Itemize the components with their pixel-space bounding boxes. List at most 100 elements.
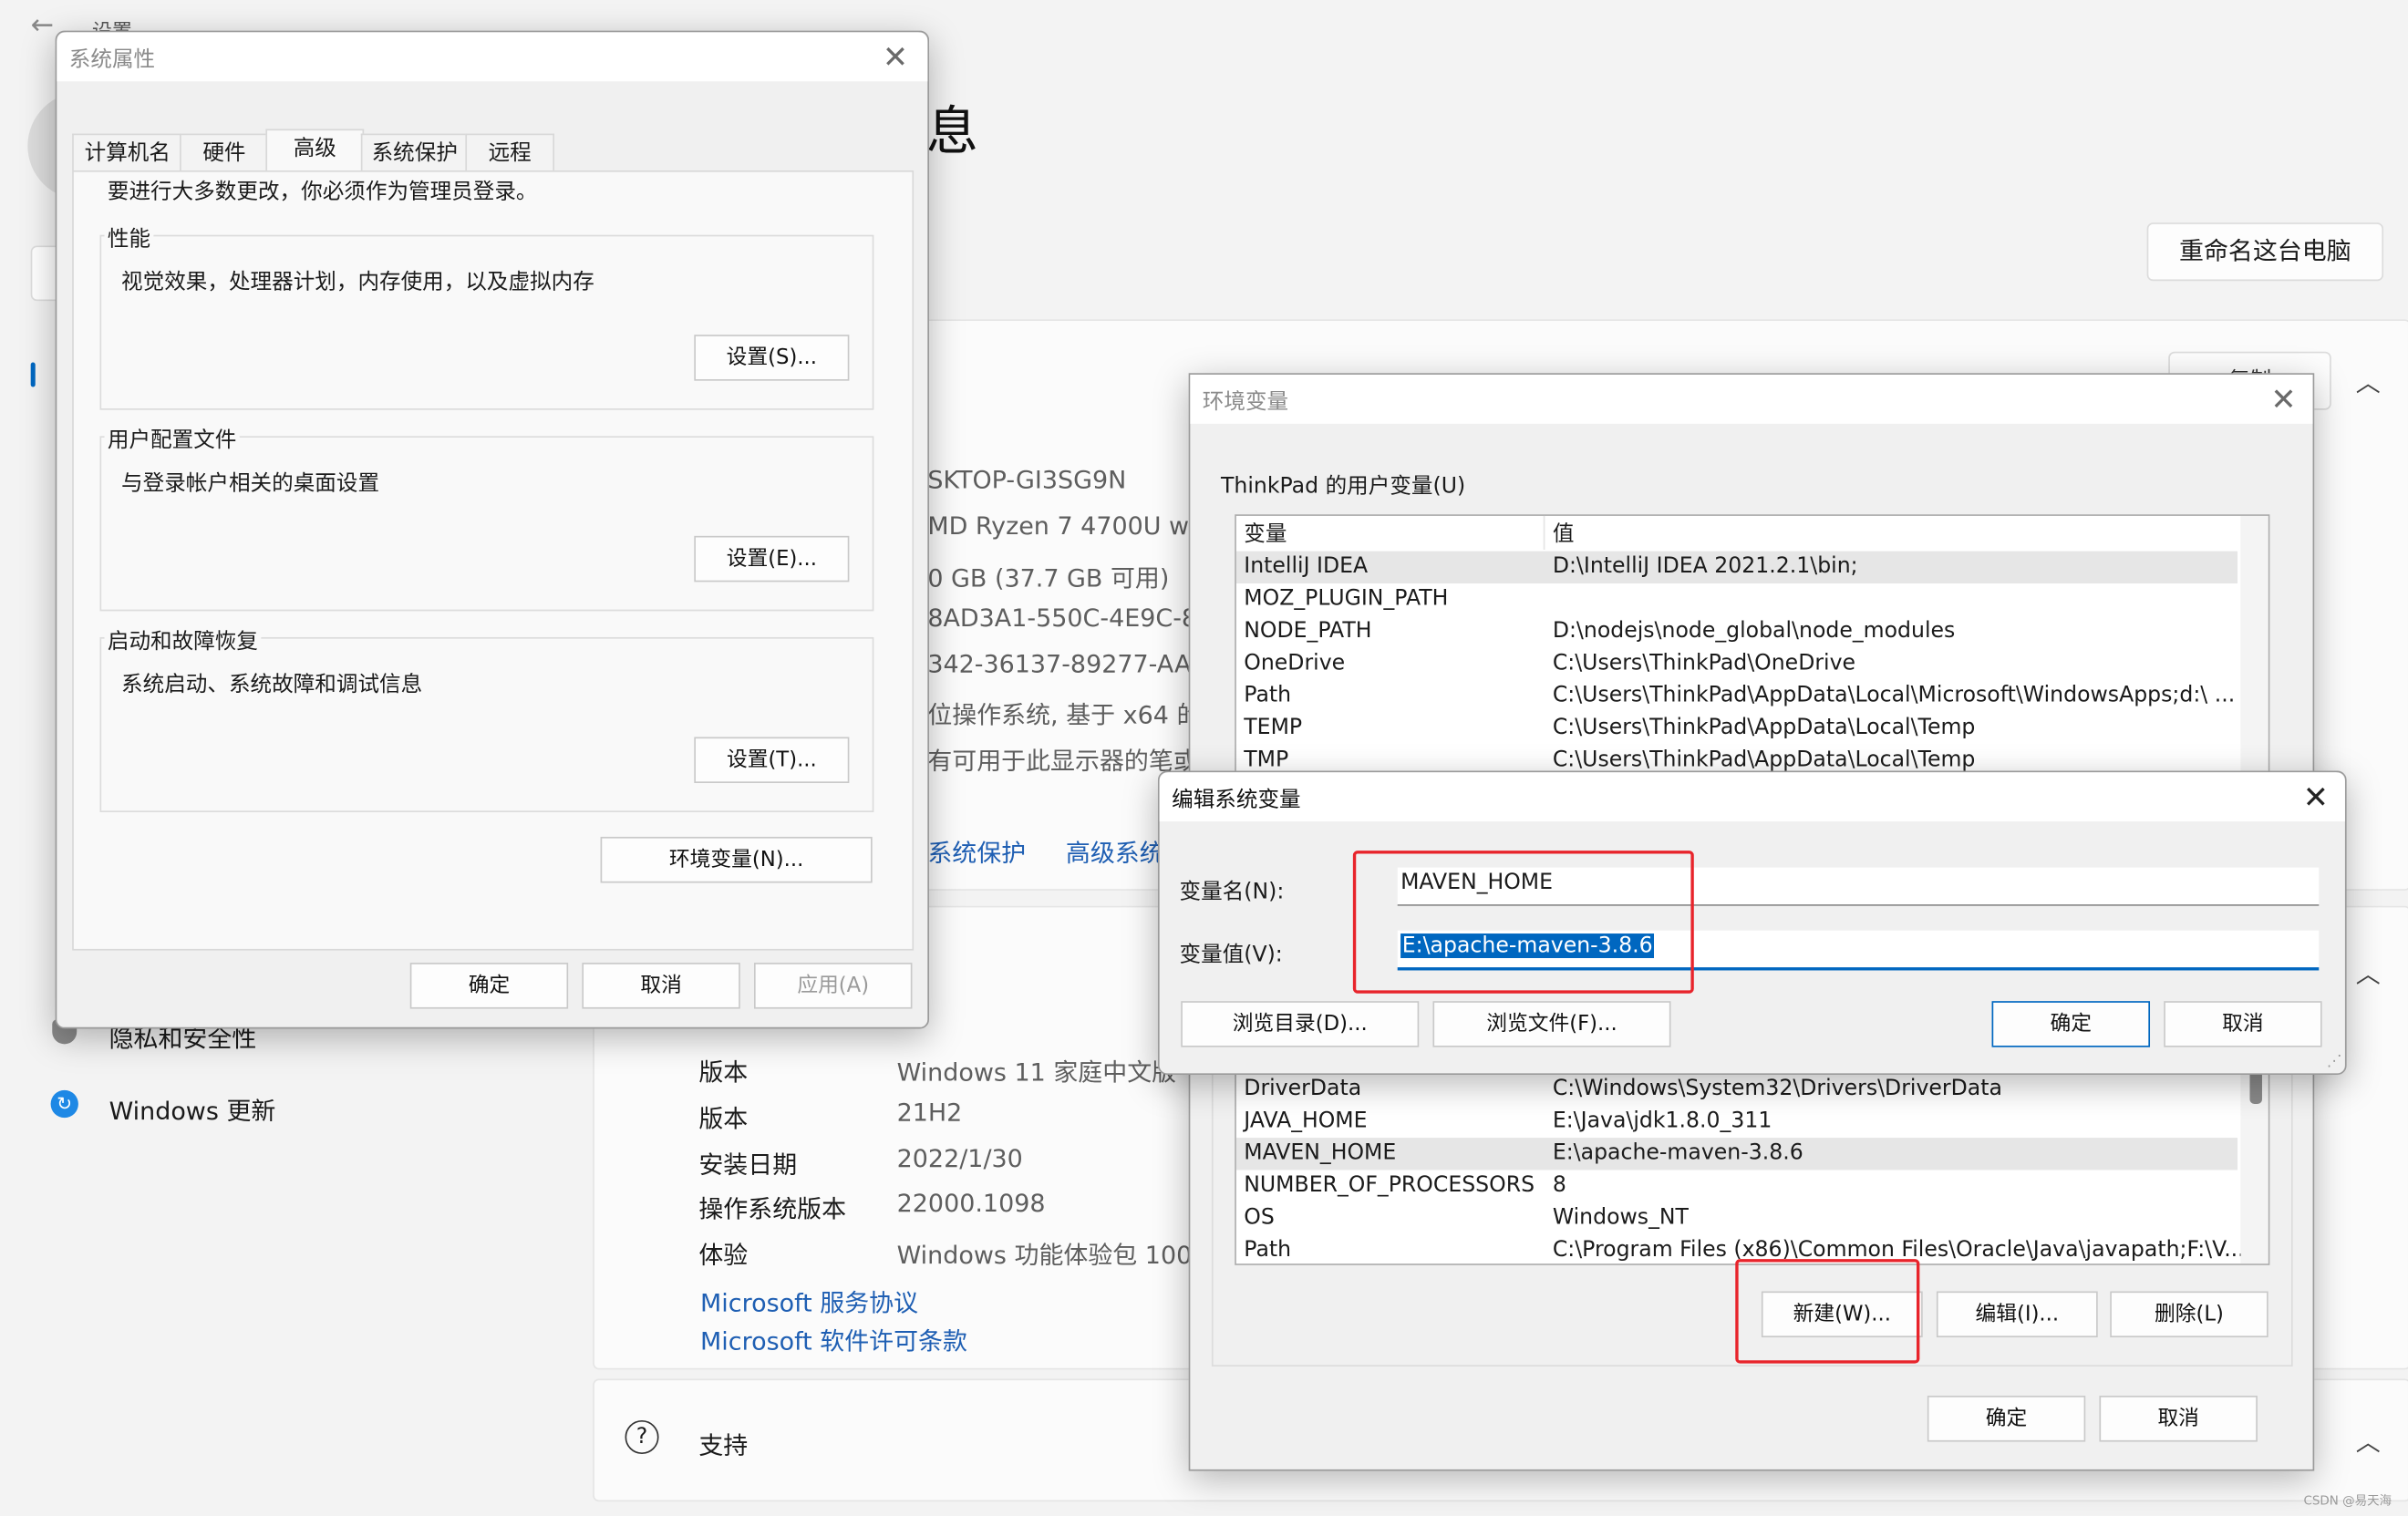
spec-value: Windows 11 家庭中文版	[896, 1057, 1177, 1088]
ms-license-terms-link[interactable]: Microsoft 软件许可条款	[700, 1320, 967, 1356]
system-properties-dialog: 系统属性 ✕ 计算机名 硬件 高级 系统保护 远程 要进行大多数更改，你必须作为…	[55, 30, 930, 1029]
nav-indicator	[30, 362, 36, 387]
variable-value-label: 变量值(V):	[1179, 943, 1283, 968]
scrollbar[interactable]	[2240, 1069, 2268, 1264]
cancel-button[interactable]: 取消	[582, 963, 740, 1009]
user-profiles-group	[99, 436, 874, 612]
close-icon[interactable]: ✕	[2264, 379, 2304, 419]
delete-variable-button[interactable]: 删除(L)	[2110, 1291, 2268, 1338]
tab-hardware[interactable]: 硬件	[180, 133, 269, 172]
scrollbar-thumb[interactable]	[2249, 1069, 2262, 1105]
pen-touch-value: 有可用于此显示器的笔或	[927, 746, 1198, 776]
column-divider	[1543, 515, 1545, 550]
ok-button[interactable]: 确定	[1991, 1001, 2151, 1047]
close-icon[interactable]: ✕	[875, 36, 915, 77]
group-label: 性能	[104, 222, 154, 253]
list-item[interactable]: OS Windows_NT	[1236, 1202, 2268, 1234]
list-item[interactable]: NUMBER_OF_PROCESSORS 8	[1236, 1170, 2268, 1201]
device-name-value: SKTOP-GI3SG9N	[927, 465, 1127, 495]
column-header-value[interactable]: 值	[1553, 519, 1575, 551]
resize-grip-icon[interactable]: ⋰	[2327, 1053, 2342, 1070]
support-label: 支持	[698, 1430, 749, 1460]
group-description: 系统启动、系统故障和调试信息	[121, 672, 423, 697]
startup-recovery-group	[99, 636, 874, 812]
cancel-button[interactable]: 取消	[2164, 1001, 2322, 1047]
tab-remote[interactable]: 远程	[465, 133, 555, 172]
product-id-value: 342-36137-89277-AAOE	[927, 649, 1226, 679]
group-label: 启动和故障恢复	[104, 624, 262, 656]
browse-directory-button[interactable]: 浏览目录(D)...	[1181, 1001, 1420, 1047]
admin-note: 要进行大多数更改，你必须作为管理员登录。	[107, 180, 538, 205]
highlight-box-variable-fields	[1352, 851, 1694, 994]
advanced-system-link[interactable]: 高级系统	[1066, 832, 1164, 869]
user-profiles-settings-button[interactable]: 设置(E)...	[694, 535, 850, 583]
spec-value: 21H2	[896, 1098, 963, 1128]
spec-label: 版本	[698, 1104, 749, 1134]
system-type-value: 位操作系统, 基于 x64 的	[927, 700, 1202, 730]
ok-button[interactable]: 确定	[409, 963, 569, 1009]
list-item[interactable]: OneDrive C:\Users\ThinkPad\OneDrive	[1236, 648, 2268, 680]
dialog-titlebar: 编辑系统变量 ✕	[1159, 772, 2345, 822]
collapse-chevron-icon[interactable]: ︿	[2356, 954, 2381, 990]
user-variables-section-label: ThinkPad 的用户变量(U)	[1221, 474, 1466, 500]
browse-file-button[interactable]: 浏览文件(F)...	[1432, 1001, 1671, 1047]
ms-services-agreement-link[interactable]: Microsoft 服务协议	[700, 1282, 918, 1318]
group-description: 与登录帐户相关的桌面设置	[121, 471, 380, 497]
list-item[interactable]: NODE_PATH D:\nodejs\node_global\node_modu…	[1236, 615, 2268, 647]
environment-variables-button[interactable]: 环境变量(N)...	[600, 836, 873, 883]
dialog-titlebar: 环境变量 ✕	[1190, 374, 2313, 424]
processor-value: MD Ryzen 7 4700U with	[927, 510, 1222, 541]
group-description: 视觉效果，处理器计划，内存使用，以及虚拟内存	[121, 270, 594, 295]
dialog-title: 环境变量	[1202, 389, 1289, 415]
list-item[interactable]: Path C:\Users\ThinkPad\AppData\Local\Micr…	[1236, 680, 2268, 712]
list-item[interactable]: MAVEN_HOME E:\apache-maven-3.8.6	[1235, 1138, 2238, 1171]
spec-label: 版本	[698, 1057, 749, 1088]
startup-recovery-settings-button[interactable]: 设置(T)...	[694, 737, 850, 783]
rename-pc-button[interactable]: 重命名这台电脑	[2146, 222, 2384, 282]
tab-advanced[interactable]: 高级	[265, 129, 365, 174]
scrollbar[interactable]	[2240, 515, 2268, 778]
spec-label: 操作系统版本	[698, 1194, 847, 1224]
page-title: 息	[925, 101, 978, 163]
performance-group	[99, 234, 874, 410]
collapse-chevron-icon[interactable]: ︿	[2356, 362, 2381, 398]
windows-update-icon: ↻	[50, 1089, 78, 1119]
device-id-value: 8AD3A1-550C-4E9C-898	[927, 603, 1229, 633]
tab-computer-name[interactable]: 计算机名	[72, 133, 183, 172]
dialog-title: 编辑系统变量	[1172, 788, 1301, 812]
apply-button[interactable]: 应用(A)	[753, 963, 913, 1009]
list-item[interactable]: MOZ_PLUGIN_PATH	[1236, 583, 2268, 615]
help-icon: ?	[625, 1419, 659, 1455]
tab-system-protection[interactable]: 系统保护	[360, 133, 469, 172]
collapse-chevron-icon[interactable]: ︿	[2356, 1422, 2381, 1459]
dialog-titlebar: 系统属性 ✕	[57, 32, 928, 82]
list-item[interactable]: TEMP C:\Users\ThinkPad\AppData\Local\Temp	[1236, 713, 2268, 745]
edit-system-variable-dialog: 编辑系统变量 ✕ 变量名(N): MAVEN_HOME 变量值(V): E:\a…	[1157, 770, 2347, 1076]
list-header: 变量 值	[1236, 519, 2268, 551]
ram-value: 0 GB (37.7 GB 可用)	[927, 563, 1170, 593]
edit-variable-button[interactable]: 编辑(I)...	[1936, 1291, 2098, 1338]
sidebar-item-windows-update[interactable]: Windows 更新	[109, 1090, 276, 1127]
spec-label: 安装日期	[698, 1150, 798, 1180]
user-variables-list[interactable]: 变量 值 IntelliJ IDEA D:\IntelliJ IDEA 2021.…	[1235, 514, 2270, 779]
performance-settings-button[interactable]: 设置(S)...	[694, 335, 850, 381]
group-label: 用户配置文件	[104, 423, 240, 455]
list-item[interactable]: JAVA_HOME E:\Java\jdk1.8.0_311	[1236, 1106, 2268, 1138]
highlight-box-new-button	[1735, 1259, 1920, 1364]
list-item[interactable]: DriverData C:\Windows\System32\Drivers\Dr…	[1236, 1073, 2268, 1105]
spec-label: 体验	[698, 1240, 749, 1270]
variable-name-label: 变量名(N):	[1179, 880, 1285, 905]
back-icon[interactable]: ←	[31, 9, 54, 41]
spec-value: Windows 功能体验包 1000	[896, 1240, 1208, 1270]
watermark: CSDN @易天海	[2303, 1493, 2392, 1508]
dialog-title: 系统属性	[68, 47, 156, 73]
list-item[interactable]: IntelliJ IDEA D:\IntelliJ IDEA 2021.2.1\b…	[1235, 551, 2238, 584]
column-header-variable[interactable]: 变量	[1244, 519, 1287, 551]
ok-button[interactable]: 确定	[1927, 1396, 2086, 1442]
system-variables-list[interactable]: DriverData C:\Windows\System32\Drivers\Dr…	[1235, 1068, 2270, 1265]
system-protection-link[interactable]: 系统保护	[927, 832, 1026, 869]
cancel-button[interactable]: 取消	[2099, 1396, 2258, 1442]
spec-value: 2022/1/30	[896, 1143, 1023, 1173]
close-icon[interactable]: ✕	[2296, 777, 2336, 817]
spec-value: 22000.1098	[896, 1188, 1046, 1218]
